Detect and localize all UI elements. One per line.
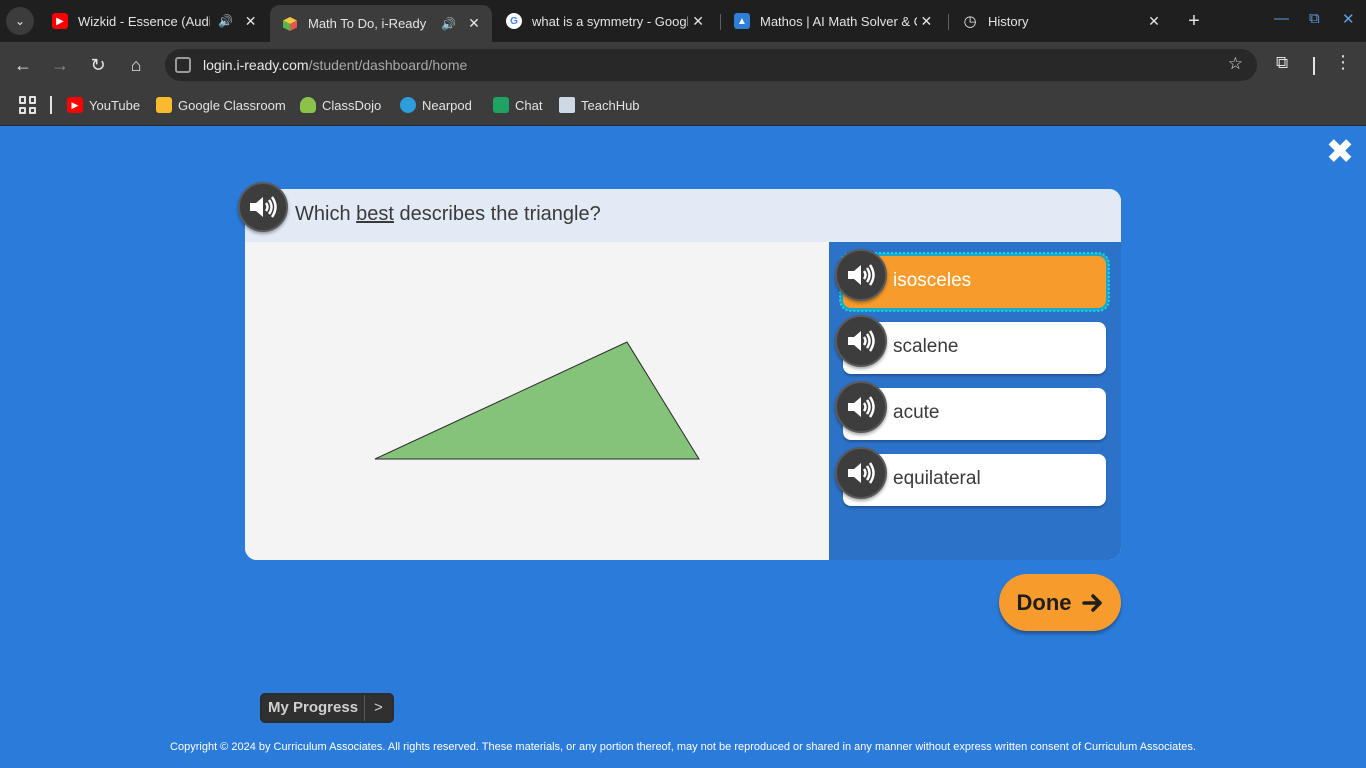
tab-close-icon[interactable]: ✕ (688, 13, 708, 30)
extensions-puzzle-icon[interactable]: ⧉ (1276, 53, 1288, 73)
iready-cube-icon (282, 16, 298, 32)
home-icon[interactable]: ⌂ (123, 52, 149, 78)
nearpod-icon (400, 97, 416, 113)
tab-wizkid[interactable]: ▶ Wizkid - Essence (Audio 🔊 ✕ (40, 5, 268, 37)
bookmarks-bar: ▶ YouTube Google Classroom ClassDojo Nea… (0, 88, 1366, 126)
url-text[interactable]: login.i-ready.com/student/dashboard/home (203, 57, 467, 73)
answer-speaker-icon[interactable] (835, 249, 887, 301)
google-chat-icon (493, 97, 509, 113)
my-progress-button[interactable]: My Progress > (260, 693, 394, 723)
tab-close-icon[interactable]: ✕ (917, 13, 936, 30)
tab-mathos[interactable]: ▲ Mathos | AI Math Solver & C ✕ (722, 5, 944, 37)
tab-title: Math To Do, i-Ready (308, 16, 427, 31)
bookmark-label: TeachHub (581, 97, 640, 113)
forward-arrow-icon[interactable]: → (47, 52, 73, 78)
tab-close-icon[interactable]: ✕ (1144, 13, 1164, 30)
bookmark-label: Chat (515, 97, 543, 113)
tab-close-icon[interactable]: ✕ (241, 13, 260, 30)
mathos-icon: ▲ (734, 13, 750, 29)
tab-history[interactable]: ◷ History ✕ (950, 5, 1172, 37)
copyright-notice: Copyright © 2024 by Curriculum Associate… (170, 741, 1196, 753)
question-header: Which best describes the triangle? (245, 189, 1121, 242)
bookmark-label: ClassDojo (322, 97, 382, 113)
reload-icon[interactable]: ↻ (85, 52, 111, 78)
tab-close-icon[interactable]: ✕ (464, 15, 484, 32)
close-lesson-icon[interactable]: ✖ (1325, 135, 1355, 169)
answer-label: acute (893, 402, 940, 423)
classdojo-icon (300, 97, 316, 113)
bookmarks-divider (50, 96, 52, 114)
tab-audio-speaker-icon[interactable]: 🔊 (441, 17, 456, 31)
site-info-icon[interactable] (175, 57, 191, 73)
restore-window-icon[interactable]: ⧉ (1309, 10, 1320, 27)
answer-speaker-icon[interactable] (835, 381, 887, 433)
bookmark-label: YouTube (89, 97, 141, 113)
done-button[interactable]: Done (999, 574, 1121, 631)
google-icon: G (506, 13, 522, 29)
browser-menu-icon[interactable]: ⋮ (1334, 52, 1352, 73)
browser-tab-strip: ⌄ ▶ Wizkid - Essence (Audio 🔊 ✕ Math To … (0, 0, 1366, 42)
browser-toolbar: ← → ↻ ⌂ login.i-ready.com/student/dashbo… (0, 42, 1366, 88)
youtube-icon: ▶ (67, 97, 83, 113)
bookmark-google-classroom[interactable]: Google Classroom (156, 97, 286, 113)
tab-divider (948, 14, 949, 30)
bookmark-label: Google Classroom (178, 97, 286, 113)
youtube-icon: ▶ (52, 13, 68, 29)
toolbar-divider (1313, 57, 1315, 75)
tab-title: History (988, 13, 1029, 29)
bookmark-label: Nearpod (422, 97, 472, 113)
my-progress-arrow: > (374, 699, 383, 716)
triangle-figure (374, 341, 700, 460)
bookmark-nearpod[interactable]: Nearpod (400, 97, 472, 113)
bookmark-teachhub[interactable]: TeachHub (559, 97, 640, 113)
bookmark-star-icon[interactable]: ☆ (1228, 54, 1243, 74)
tab-audio-speaker-icon[interactable]: 🔊 (218, 14, 233, 28)
tab-iready-math[interactable]: Math To Do, i-Ready 🔊 ✕ (270, 5, 492, 42)
tab-google-search[interactable]: G what is a symmetry - Googl ✕ (494, 5, 716, 37)
triangle-shape (374, 341, 700, 460)
history-icon: ◷ (963, 13, 977, 30)
done-label: Done (1016, 589, 1072, 615)
bookmark-classdojo[interactable]: ClassDojo (300, 97, 381, 113)
tab-title: what is a symmetry - Googl (532, 13, 689, 29)
back-arrow-icon[interactable]: ← (10, 52, 36, 78)
tab-title: Wizkid - Essence (Audio (78, 13, 211, 29)
answer-label: equilateral (893, 468, 981, 489)
minimize-icon[interactable]: — (1274, 10, 1289, 27)
tab-search-chevron-icon[interactable]: ⌄ (6, 7, 34, 35)
bookmark-chat[interactable]: Chat (493, 97, 542, 113)
address-bar[interactable]: login.i-ready.com/student/dashboard/home… (165, 49, 1257, 81)
arrow-right-icon (1081, 593, 1102, 612)
question-text: Which best describes the triangle? (295, 203, 601, 225)
close-window-icon[interactable]: ✕ (1342, 10, 1355, 28)
answer-speaker-icon[interactable] (835, 447, 887, 499)
apps-grid-icon[interactable] (19, 96, 37, 114)
figure-area (245, 242, 829, 560)
bookmark-youtube[interactable]: ▶ YouTube (67, 97, 140, 113)
my-progress-label: My Progress (262, 695, 366, 721)
answer-speaker-icon[interactable] (835, 315, 887, 367)
question-read-aloud-speaker-icon[interactable] (238, 182, 288, 232)
new-tab-button[interactable]: + (1182, 9, 1206, 33)
answer-label: isosceles (893, 270, 972, 291)
tab-title: Mathos | AI Math Solver & C (760, 13, 917, 29)
question-emphasis: best (356, 203, 394, 225)
google-classroom-icon (156, 97, 172, 113)
answer-label: scalene (893, 336, 959, 357)
tab-divider (720, 14, 721, 30)
teachhub-icon (559, 97, 575, 113)
